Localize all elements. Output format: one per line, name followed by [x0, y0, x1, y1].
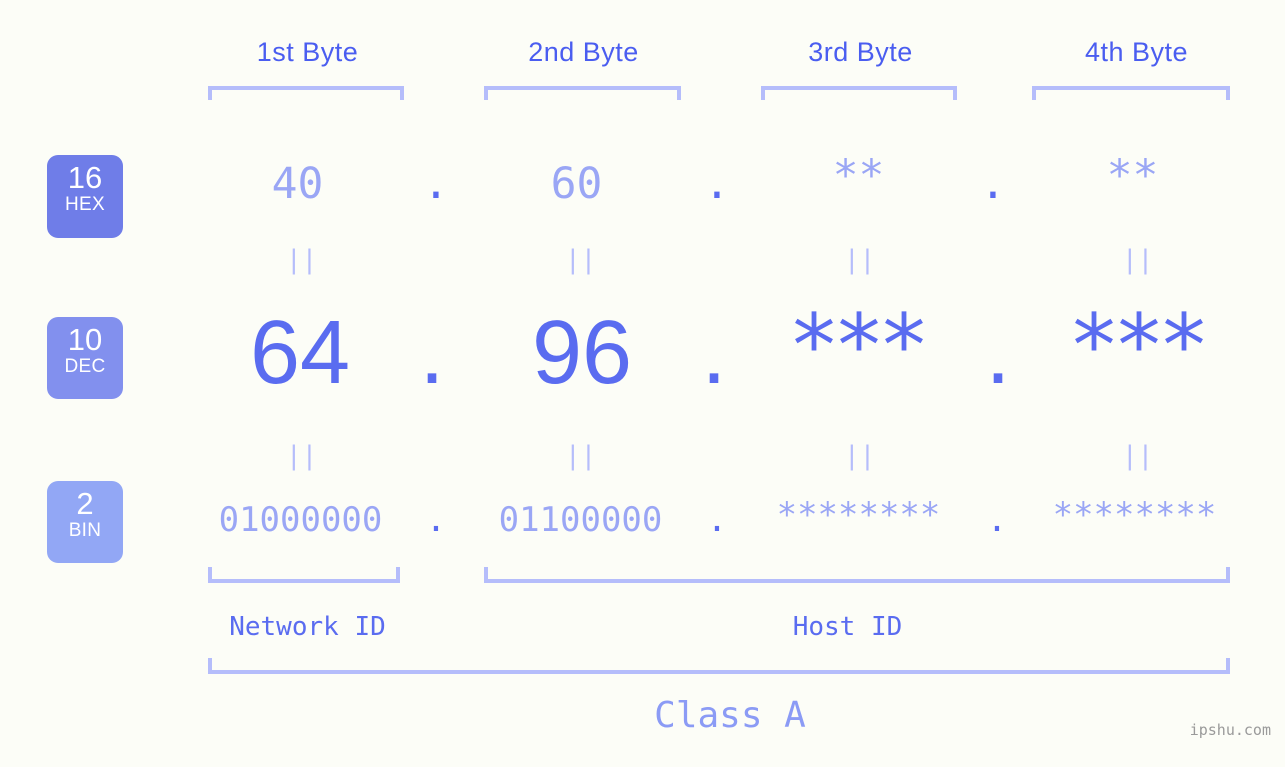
dec-separator-1: .: [419, 303, 445, 403]
base-badge-bin-label: BIN: [68, 520, 102, 541]
bin-byte-2-value: 01100000: [498, 500, 663, 540]
ip-address-breakdown-diagram: 1st Byte 2nd Byte 3rd Byte 4th Byte 16 H…: [0, 0, 1285, 767]
base-badge-bin[interactable]: 2 BIN: [47, 481, 123, 563]
hex-separator-3: .: [980, 159, 1006, 209]
base-badge-hex-number: 16: [67, 160, 103, 195]
bin-separator-3: .: [986, 500, 1008, 540]
equals-mark-2-3: ||: [844, 441, 876, 471]
base-badge-dec[interactable]: 10 DEC: [47, 317, 123, 399]
dec-byte-1-value: 64: [249, 303, 351, 403]
base-badge-hex[interactable]: 16 HEX: [47, 155, 123, 238]
dec-byte-4-value: ***: [1072, 296, 1208, 396]
bracket-bottom-network-id: [208, 567, 400, 583]
bin-separator-1: .: [425, 500, 447, 540]
bin-byte-1-value: 01000000: [218, 500, 383, 540]
bin-byte-4-value: ********: [1052, 495, 1217, 535]
host-id-label: Host ID: [792, 612, 903, 642]
base-badge-bin-number: 2: [76, 486, 94, 521]
equals-mark-2-4: ||: [1122, 441, 1154, 471]
bracket-top-byte-2: [484, 86, 681, 100]
byte-header-4: 4th Byte: [1084, 37, 1189, 67]
base-badge-dec-label: DEC: [64, 356, 106, 377]
hex-byte-1-value: 40: [271, 159, 324, 209]
byte-header-1: 1st Byte: [256, 37, 359, 67]
base-badge-hex-label: HEX: [65, 194, 105, 215]
bracket-bottom-host-id: [484, 567, 1230, 583]
byte-header-2: 2nd Byte: [528, 37, 639, 67]
bracket-top-byte-3: [761, 86, 957, 100]
equals-mark-1-3: ||: [844, 245, 876, 275]
byte-header-3: 3rd Byte: [808, 37, 913, 67]
base-badge-dec-number: 10: [67, 322, 103, 357]
ip-class-label: Class A: [654, 695, 806, 736]
equals-mark-1-4: ||: [1122, 245, 1154, 275]
equals-mark-2-2: ||: [565, 441, 597, 471]
hex-byte-2-value: 60: [550, 159, 603, 209]
hex-byte-4-value: **: [1106, 151, 1159, 201]
bracket-top-byte-4: [1032, 86, 1230, 100]
dec-byte-2-value: 96: [531, 303, 633, 403]
bin-byte-3-value: ********: [776, 495, 941, 535]
network-id-label: Network ID: [229, 612, 386, 642]
dec-byte-3-value: ***: [792, 296, 928, 396]
hex-separator-2: .: [704, 159, 730, 209]
bracket-bottom-class: [208, 658, 1230, 674]
dec-separator-2: .: [701, 303, 727, 403]
hex-byte-3-value: **: [832, 151, 885, 201]
equals-mark-1-1: ||: [286, 245, 318, 275]
bracket-top-byte-1: [208, 86, 404, 100]
bin-separator-2: .: [706, 500, 728, 540]
site-watermark: ipshu.com: [1189, 721, 1271, 739]
equals-mark-1-2: ||: [565, 245, 597, 275]
hex-separator-1: .: [423, 159, 449, 209]
equals-mark-2-1: ||: [286, 441, 318, 471]
